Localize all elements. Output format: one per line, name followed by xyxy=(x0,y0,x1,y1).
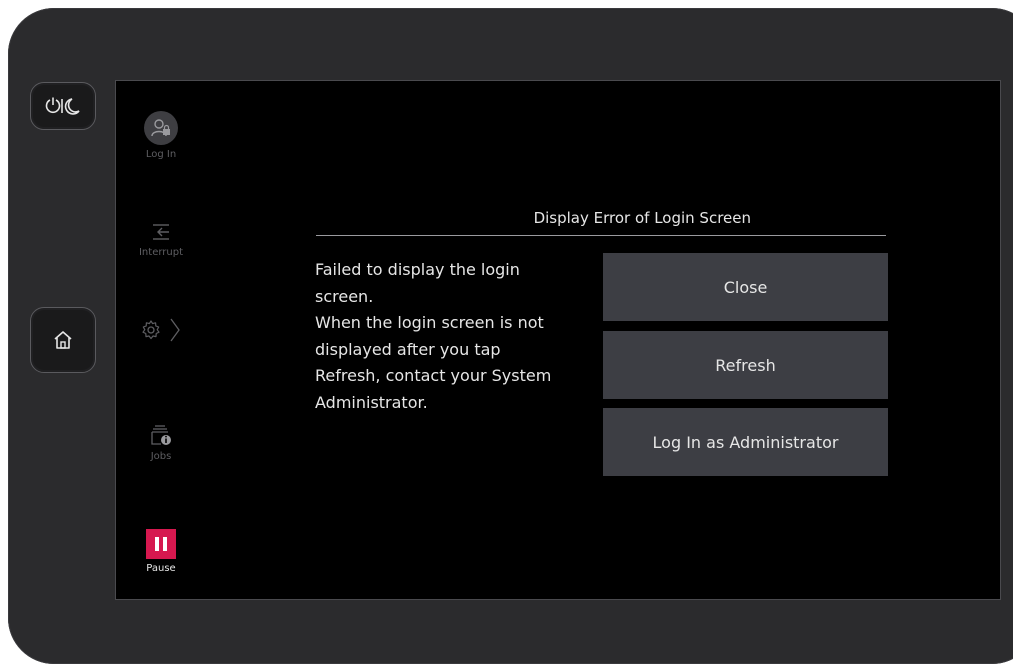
sidebar-item-settings[interactable] xyxy=(116,317,206,343)
dialog-divider xyxy=(316,235,886,236)
dialog-message-line: Administrator. xyxy=(315,392,428,412)
refresh-button[interactable]: Refresh xyxy=(603,331,888,399)
touch-screen: Log In Interrupt Jobs Pause Display Erro… xyxy=(115,80,1001,600)
power-sleep-button[interactable] xyxy=(30,82,96,130)
sidebar-item-jobs[interactable]: Jobs xyxy=(116,423,206,462)
sidebar-item-login-label: Log In xyxy=(145,149,177,160)
sidebar-item-interrupt[interactable]: Interrupt xyxy=(116,221,206,258)
dialog-message: Failed to display the login screen. When… xyxy=(315,257,595,416)
home-button[interactable] xyxy=(30,307,96,373)
jobs-info-icon xyxy=(151,425,171,445)
dialog-message-line: Refresh, contact your System xyxy=(315,366,552,385)
dialog-title: Display Error of Login Screen xyxy=(533,209,751,227)
dialog-message-line: Failed to display the login xyxy=(315,260,520,279)
close-button[interactable]: Close xyxy=(603,253,888,321)
chevron-right-icon xyxy=(170,318,180,342)
login-as-administrator-button[interactable]: Log In as Administrator xyxy=(603,408,888,476)
power-sleep-icon xyxy=(45,97,80,115)
interrupt-icon xyxy=(153,224,169,240)
dialog-message-line: displayed after you tap xyxy=(315,339,501,359)
sidebar-item-interrupt-label: Interrupt xyxy=(138,247,183,258)
pause-icon xyxy=(146,529,176,559)
sidebar-item-jobs-label: Jobs xyxy=(150,451,172,462)
sidebar-item-pause-label: Pause xyxy=(146,563,176,574)
home-icon xyxy=(54,331,72,349)
sidebar-item-pause[interactable]: Pause xyxy=(116,529,206,574)
dialog-message-line: screen. xyxy=(315,286,374,306)
user-lock-icon xyxy=(144,111,178,145)
sidebar-item-login[interactable]: Log In xyxy=(116,111,206,160)
dialog-message-line: When the login screen is not xyxy=(315,313,544,332)
gear-icon xyxy=(142,320,160,340)
